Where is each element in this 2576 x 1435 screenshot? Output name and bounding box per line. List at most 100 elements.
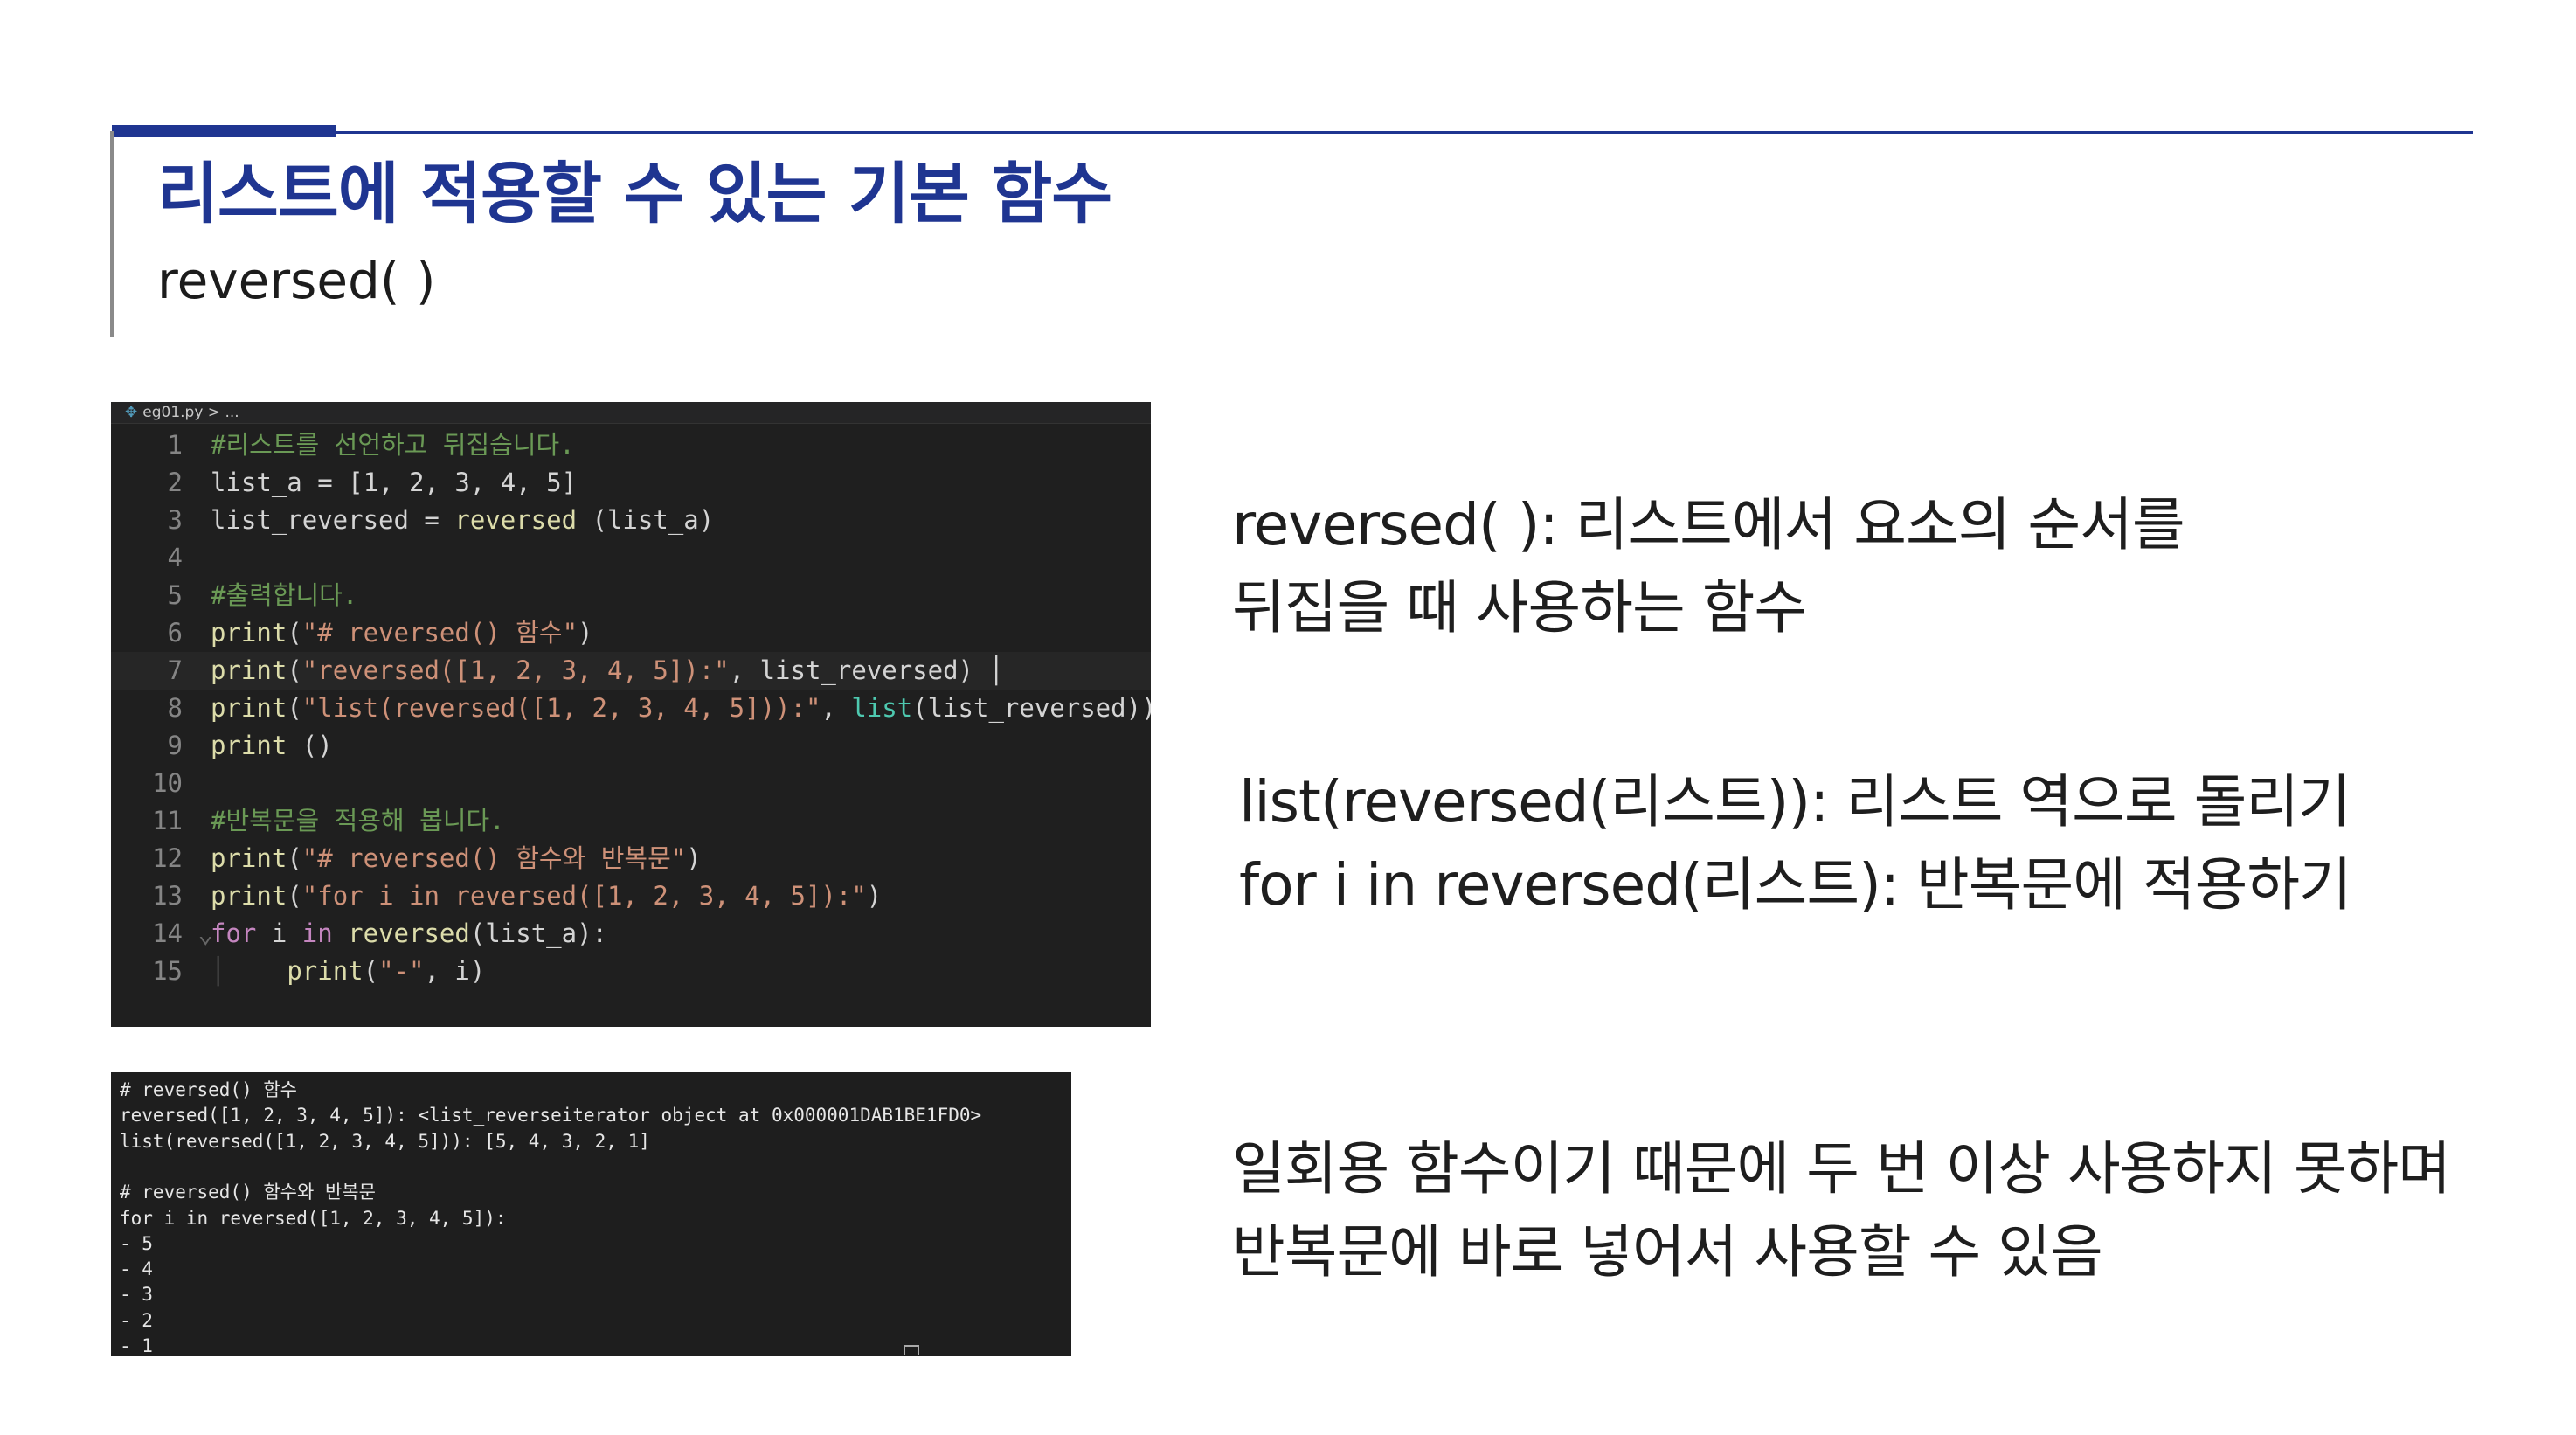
code-token: "for i in reversed([1, 2, 3, 4, 5]):" [301,881,867,911]
code-token: , i) [424,956,486,986]
desc-reversed-line2: 뒤집을 때 사용하는 함수 [1232,574,1807,641]
code-line: 13 print("for i in reversed([1, 2, 3, 4,… [111,877,1151,915]
terminal-line: # reversed() 함수와 반복문 [120,1182,376,1203]
code-token: reversed [348,919,470,948]
header-side-bar [110,131,114,337]
gutter [183,690,211,727]
code-token: #리스트를 선언하고 뒤집습니다. [211,430,575,460]
gutter [183,953,211,990]
editor-breadcrumb: ✥ eg01.py > ... [111,402,1151,424]
code-line: 7 print("reversed([1, 2, 3, 4, 5]):", li… [111,652,1151,690]
line-number: 9 [167,731,183,760]
page-subtitle: reversed( ) [157,251,436,310]
code-line: 1 #리스트를 선언하고 뒤집습니다. [111,426,1151,464]
gutter [183,426,211,464]
fold-chevron-icon[interactable]: ⌄ [183,915,212,953]
gutter [183,464,211,502]
code-token: print [211,693,287,723]
code-token: reversed [454,505,578,535]
gutter [183,840,211,877]
terminal-line: # reversed() 함수 [120,1079,297,1100]
line-number: 6 [167,618,183,648]
line-number: 8 [167,693,183,723]
gutter [183,652,211,690]
code-token: , list_reversed) │ [729,655,1004,685]
gutter [183,502,211,539]
code-token: (list_a) [577,505,715,535]
terminal-cursor [904,1345,919,1355]
code-line: 9 print () [111,727,1151,765]
code-token: ) [686,843,702,873]
code-token: "list(reversed([1, 2, 3, 4, 5])):" [301,693,821,723]
code-token: list_reversed = [211,505,455,535]
code-token: print [211,655,287,685]
code-token: ( [363,956,379,986]
gutter [183,877,211,915]
gutter [183,727,211,765]
header-rule-accent [112,125,336,137]
line-number: 12 [152,843,183,873]
desc-note-line1: 일회용 함수이기 때문에 두 번 이상 사용하지 못하며 [1232,1135,2451,1203]
terminal-line: - 4 [120,1258,153,1280]
python-file-icon: ✥ [125,404,138,421]
line-number: 14 [152,919,183,948]
gutter [183,577,211,614]
code-token: list_a = [1, 2, 3, 4, 5] [211,468,578,497]
gutter [183,765,211,802]
terminal-line: - 1 [120,1335,153,1356]
code-token: ( [287,843,302,873]
code-token: print [211,881,287,911]
code-token: ) [866,881,883,911]
code-token: ( [287,881,302,911]
line-number: 5 [167,580,183,610]
code-editor-screenshot: ✥ eg01.py > ... 1 #리스트를 선언하고 뒤집습니다. 2 list… [111,402,1151,1027]
desc-note-line2: 반복문에 바로 넣어서 사용할 수 있음 [1232,1218,2103,1286]
code-token: print [211,843,287,873]
terminal-line: list(reversed([1, 2, 3, 4, 5])): [5, 4, … [120,1130,650,1152]
code-token: (list_a): [469,919,607,948]
code-line: 5 #출력합니다. [111,577,1151,614]
gutter [183,802,211,840]
terminal-line: - 2 [120,1309,153,1331]
code-token: #반복문을 적용해 봅니다. [211,806,505,835]
code-line: 6 print("# reversed() 함수") [111,614,1151,652]
code-token: "# reversed() 함수" [301,618,578,648]
line-number: 4 [167,543,183,572]
code-line: 14 ⌄for i in reversed(list_a): [111,915,1151,953]
terminal-line: reversed([1, 2, 3, 4, 5]): <list_reverse… [120,1105,982,1127]
code-token: for [211,919,257,948]
code-token: #출력합니다. [211,580,358,610]
indent-guide: │ [211,956,226,986]
code-token: ( [287,655,302,685]
code-token: i [256,919,302,948]
code-token: in [301,919,333,948]
code-line: 15 │ print("-", i) [111,953,1151,990]
line-number: 15 [152,956,183,986]
code-line: 4 [111,539,1151,577]
code-line: 2 list_a = [1, 2, 3, 4, 5] [111,464,1151,502]
desc-for-loop: for i in reversed(리스트): 반복문에 적용하기 [1239,851,2352,919]
code-line: 10 [111,765,1151,802]
code-token: list [851,693,913,723]
code-token: print [287,956,364,986]
line-number: 1 [167,430,183,460]
breadcrumb-text: eg01.py > ... [142,404,239,421]
line-number: 10 [152,768,183,798]
gutter [183,614,211,652]
line-number: 2 [167,468,183,497]
code-token: (list_reversed)) [912,693,1151,723]
line-number: 7 [167,655,183,685]
desc-reversed-line1: reversed( ): 리스트에서 요소의 순서를 [1232,491,2185,558]
code-token: () [287,731,333,760]
code-token: , [821,693,852,723]
desc-list-reversed: list(reversed(리스트)): 리스트 역으로 돌리기 [1239,768,2351,835]
code-line: 8 print("list(reversed([1, 2, 3, 4, 5]))… [111,690,1151,727]
code-token: ) [578,618,593,648]
line-number: 11 [152,806,183,835]
code-token: print [211,731,287,760]
gutter [183,539,211,577]
code-token: print [211,618,287,648]
code-token: "-" [378,956,425,986]
code-token: ( [287,693,302,723]
